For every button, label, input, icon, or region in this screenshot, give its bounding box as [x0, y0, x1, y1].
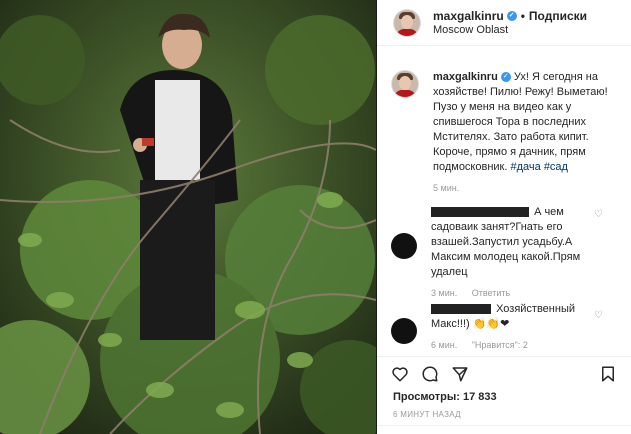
separator: •	[520, 8, 525, 23]
comment-like-heart-icon[interactable]: ♡	[594, 310, 603, 321]
comment-item: Хозяйственный Макс!!!) 👏👏❤ 6 мин. "Нрави…	[391, 302, 617, 353]
comments-list: maxgalkinru ✓ Ух! Я сегодня на хозяйстве!…	[377, 58, 631, 356]
instagram-post: maxgalkinru ✓ • Подписки Moscow Oblast maxg…	[0, 0, 631, 434]
action-bar	[377, 356, 631, 387]
post-location[interactable]: Moscow Oblast	[433, 23, 587, 37]
commenter-avatar[interactable]	[391, 233, 417, 259]
reply-button[interactable]: Ответить	[472, 288, 510, 298]
post-timestamp: 6 МИНУТ НАЗАД	[393, 410, 461, 419]
heart-icon[interactable]	[391, 365, 409, 383]
verified-icon: ✓	[506, 11, 517, 22]
caption-avatar[interactable]	[391, 70, 419, 98]
caption: maxgalkinru ✓ Ух! Я сегодня на хозяйстве!…	[391, 70, 617, 196]
author-avatar[interactable]	[393, 8, 421, 37]
following-button[interactable]: Подписки	[529, 9, 587, 23]
divider	[377, 425, 631, 426]
redacted-username	[431, 304, 491, 315]
post-video[interactable]	[0, 0, 377, 434]
comment-item: А чем садоваик занят?Гнать его взашей.За…	[391, 205, 617, 301]
video-frame-illustration	[0, 0, 376, 434]
comment-time: 6 мин.	[431, 340, 458, 350]
caption-time: 5 мин.	[433, 183, 460, 193]
caption-username[interactable]: maxgalkinru	[433, 71, 498, 83]
hashtag-sad[interactable]: #сад	[544, 161, 568, 173]
post-side-panel: maxgalkinru ✓ • Подписки Moscow Oblast maxg…	[377, 0, 631, 434]
comment-icon[interactable]	[421, 365, 439, 383]
hashtag-dacha[interactable]: #дача	[510, 161, 540, 173]
bookmark-icon[interactable]	[599, 365, 617, 383]
redacted-username	[431, 207, 529, 218]
author-username[interactable]: maxgalkinru	[433, 9, 504, 23]
comment-time: 3 мин.	[431, 288, 458, 298]
views-count: Просмотры: 17 833	[393, 391, 497, 403]
post-header: maxgalkinru ✓ • Подписки Moscow Oblast	[377, 0, 631, 46]
caption-text: Ух! Я сегодня на хозяйстве! Пилю! Режу! …	[433, 71, 608, 173]
verified-icon: ✓	[500, 72, 511, 83]
commenter-avatar[interactable]	[391, 318, 417, 344]
share-icon[interactable]	[451, 365, 469, 383]
comment-likes[interactable]: "Нравится": 2	[472, 340, 528, 350]
comment-like-heart-icon[interactable]: ♡	[594, 209, 603, 220]
